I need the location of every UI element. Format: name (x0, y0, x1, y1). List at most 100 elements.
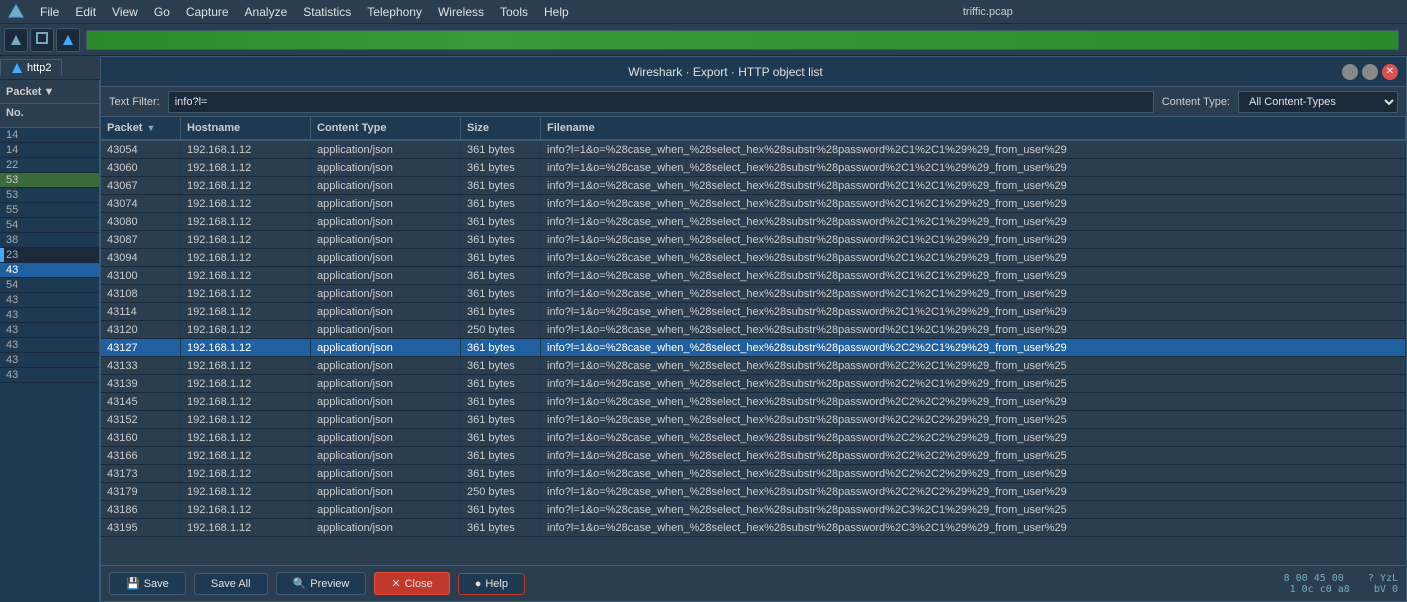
save-all-button[interactable]: Save All (194, 573, 268, 595)
th-content-type-label: Content Type (317, 122, 386, 134)
filter-label: Text Filter: (109, 96, 160, 108)
table-row[interactable]: 43195 192.168.1.12 application/json 361 … (101, 519, 1406, 537)
td-size: 361 bytes (461, 195, 541, 212)
table-row[interactable]: 43067 192.168.1.12 application/json 361 … (101, 177, 1406, 195)
help-button[interactable]: ● Help (458, 573, 525, 595)
list-item[interactable]: 54 (0, 218, 99, 233)
toolbar-btn-1[interactable] (4, 28, 28, 52)
td-packet: 43120 (101, 321, 181, 338)
table-row[interactable]: 43139 192.168.1.12 application/json 361 … (101, 375, 1406, 393)
close-x-icon: ✕ (391, 577, 400, 590)
table-row[interactable]: 43145 192.168.1.12 application/json 361 … (101, 393, 1406, 411)
table-row[interactable]: 43166 192.168.1.12 application/json 361 … (101, 447, 1406, 465)
list-item[interactable]: 38 (0, 233, 99, 248)
window-title: triffic.pcap (577, 6, 1399, 18)
td-packet: 43173 (101, 465, 181, 482)
td-size: 361 bytes (461, 393, 541, 410)
table-row[interactable]: 43114 192.168.1.12 application/json 361 … (101, 303, 1406, 321)
menu-item-file[interactable]: File (32, 3, 67, 21)
table-row[interactable]: 43074 192.168.1.12 application/json 361 … (101, 195, 1406, 213)
table-row[interactable]: 43173 192.168.1.12 application/json 361 … (101, 465, 1406, 483)
table-row[interactable]: 43127 192.168.1.12 application/json 361 … (101, 339, 1406, 357)
minimize-button[interactable] (1342, 64, 1358, 80)
list-item[interactable]: 53 (0, 188, 99, 203)
table-row[interactable]: 43120 192.168.1.12 application/json 250 … (101, 321, 1406, 339)
table-row[interactable]: 43186 192.168.1.12 application/json 361 … (101, 501, 1406, 519)
td-content-type: application/json (311, 321, 461, 338)
list-item[interactable]: 53 (0, 173, 99, 188)
list-item[interactable]: 43 (0, 353, 99, 368)
preview-button[interactable]: 🔍 Preview (276, 572, 367, 595)
menu-item-capture[interactable]: Capture (178, 3, 237, 21)
td-packet: 43080 (101, 213, 181, 230)
td-hostname: 192.168.1.12 (181, 195, 311, 212)
td-size: 361 bytes (461, 447, 541, 464)
menu-item-view[interactable]: View (104, 3, 146, 21)
help-label: Help (485, 578, 508, 590)
tab-label: http2 (27, 62, 51, 74)
menu-item-help[interactable]: Help (536, 3, 577, 21)
table-row[interactable]: 43054 192.168.1.12 application/json 361 … (101, 141, 1406, 159)
td-size: 361 bytes (461, 519, 541, 536)
save-button[interactable]: 💾 Save (109, 572, 186, 595)
list-item[interactable]: 14 (0, 128, 99, 143)
table-row[interactable]: 43179 192.168.1.12 application/json 250 … (101, 483, 1406, 501)
td-content-type: application/json (311, 339, 461, 356)
table-row[interactable]: 43087 192.168.1.12 application/json 361 … (101, 231, 1406, 249)
td-filename: info?l=1&o=%28case_when_%28select_hex%28… (541, 195, 1406, 212)
list-item[interactable]: 43 (0, 293, 99, 308)
maximize-button[interactable] (1362, 64, 1378, 80)
td-content-type: application/json (311, 231, 461, 248)
td-hostname: 192.168.1.12 (181, 177, 311, 194)
table-row[interactable]: 43152 192.168.1.12 application/json 361 … (101, 411, 1406, 429)
td-filename: info?l=1&o=%28case_when_%28select_hex%28… (541, 141, 1406, 158)
menu-item-go[interactable]: Go (146, 3, 178, 21)
td-packet: 43108 (101, 285, 181, 302)
menu-item-telephony[interactable]: Telephony (359, 3, 430, 21)
preview-label: Preview (310, 578, 349, 590)
td-size: 361 bytes (461, 177, 541, 194)
list-item[interactable]: 22 (0, 158, 99, 173)
dialog-close-button[interactable]: ✕ (1382, 64, 1398, 80)
menu-item-analyze[interactable]: Analyze (237, 3, 296, 21)
list-item[interactable]: 43 (0, 368, 99, 383)
list-item[interactable]: 54 (0, 278, 99, 293)
menu-item-tools[interactable]: Tools (492, 3, 536, 21)
menu-item-statistics[interactable]: Statistics (295, 3, 359, 21)
list-item[interactable]: 43 (0, 308, 99, 323)
menu-item-edit[interactable]: Edit (67, 3, 104, 21)
list-item[interactable]: 23 (0, 248, 99, 263)
table-row[interactable]: 43133 192.168.1.12 application/json 361 … (101, 357, 1406, 375)
table-row[interactable]: 43100 192.168.1.12 application/json 361 … (101, 267, 1406, 285)
td-packet: 43054 (101, 141, 181, 158)
list-item[interactable]: 43 (0, 338, 99, 353)
td-content-type: application/json (311, 429, 461, 446)
td-hostname: 192.168.1.12 (181, 465, 311, 482)
td-filename: info?l=1&o=%28case_when_%28select_hex%28… (541, 429, 1406, 446)
table-row[interactable]: 43108 192.168.1.12 application/json 361 … (101, 285, 1406, 303)
table-row[interactable]: 43160 192.168.1.12 application/json 361 … (101, 429, 1406, 447)
list-item[interactable]: 55 (0, 203, 99, 218)
table-row[interactable]: 43060 192.168.1.12 application/json 361 … (101, 159, 1406, 177)
td-hostname: 192.168.1.12 (181, 303, 311, 320)
table-row[interactable]: 43094 192.168.1.12 application/json 361 … (101, 249, 1406, 267)
list-item[interactable]: 43 (0, 263, 99, 278)
toolbar-btn-2[interactable] (30, 28, 54, 52)
td-packet: 43139 (101, 375, 181, 392)
td-content-type: application/json (311, 501, 461, 518)
td-filename: info?l=1&o=%28case_when_%28select_hex%28… (541, 249, 1406, 266)
td-hostname: 192.168.1.12 (181, 267, 311, 284)
td-filename: info?l=1&o=%28case_when_%28select_hex%28… (541, 177, 1406, 194)
table-row[interactable]: 43080 192.168.1.12 application/json 361 … (101, 213, 1406, 231)
td-filename: info?l=1&o=%28case_when_%28select_hex%28… (541, 213, 1406, 230)
close-button[interactable]: ✕ Close (374, 572, 449, 595)
list-item[interactable]: 43 (0, 323, 99, 338)
tab-http2[interactable]: http2 (0, 59, 62, 76)
td-content-type: application/json (311, 519, 461, 536)
text-filter-input[interactable] (168, 91, 1154, 113)
menu-item-wireless[interactable]: Wireless (430, 3, 492, 21)
content-type-select[interactable]: All Content-Types (1238, 91, 1398, 113)
close-label: Close (405, 578, 433, 590)
list-item[interactable]: 14 (0, 143, 99, 158)
toolbar-btn-3[interactable] (56, 28, 80, 52)
